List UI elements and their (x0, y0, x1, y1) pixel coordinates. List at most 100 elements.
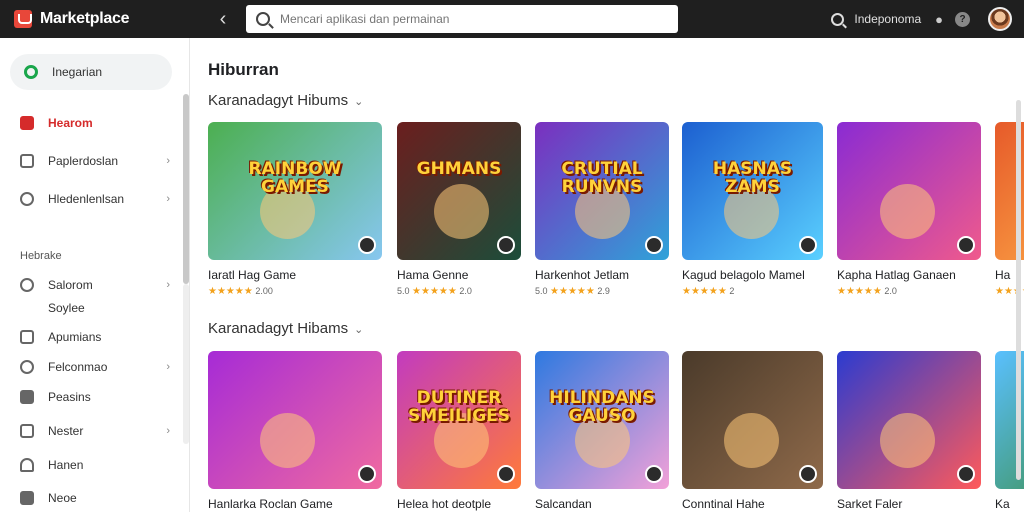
star-rating-icon: ★★★★★ (208, 286, 253, 297)
game-thumbnail[interactable]: HILINDANS GAUSO (535, 351, 669, 489)
chevron-right-icon: › (166, 155, 170, 167)
chevron-right-icon: › (166, 425, 170, 437)
game-thumbnail[interactable] (682, 351, 823, 489)
install-badge-icon[interactable] (358, 236, 376, 254)
tag-icon (20, 390, 34, 404)
book-icon (20, 491, 34, 505)
sidebar-category-item[interactable]: Apumians (20, 330, 170, 344)
top-bar: Marketplace ‹ Indeponoma ● ? (0, 0, 1024, 38)
character-art (880, 184, 936, 240)
help-icon[interactable]: ? (955, 11, 970, 27)
install-badge-icon[interactable] (957, 236, 975, 254)
game-card[interactable]: Sarket Faler ★★★★★ 2.0 (837, 351, 981, 512)
install-badge-icon[interactable] (358, 465, 376, 483)
game-thumbnail[interactable] (208, 351, 382, 489)
main-scrollbar[interactable] (1016, 100, 1021, 480)
game-title[interactable]: Conntinal Hahe (682, 497, 823, 511)
main-content: Hiburran Karanadagyt Hibums ⌄ RAINBOW GAM… (191, 38, 1024, 512)
chevron-right-icon: › (166, 361, 170, 373)
notification-icon[interactable]: ● (935, 12, 943, 27)
install-badge-icon[interactable] (799, 236, 817, 254)
character-art (724, 413, 780, 469)
install-badge-icon[interactable] (497, 236, 515, 254)
install-badge-icon[interactable] (957, 465, 975, 483)
game-title[interactable]: Iaratl Hag Game (208, 268, 382, 282)
game-title[interactable]: Hama Genne (397, 268, 521, 282)
search-icon[interactable] (831, 12, 845, 26)
install-badge-icon[interactable] (645, 236, 663, 254)
game-card[interactable]: RAINBOW GAMES Iaratl Hag Game ★★★★★ 2.00 (208, 122, 382, 297)
rating-value: 2 (729, 286, 735, 296)
music-icon (20, 424, 34, 438)
chevron-right-icon: › (166, 193, 170, 205)
sidebar-item-label: Apumians (48, 330, 102, 344)
game-title[interactable]: Kagud belagolo Mamel (682, 268, 823, 282)
section-header[interactable]: Karanadagyt Hibums ⌄ (208, 92, 363, 109)
install-badge-icon[interactable] (799, 465, 817, 483)
game-thumbnail[interactable]: RAINBOW GAMES (208, 122, 382, 260)
thumbnail-title: CRUTIAL RUNVNS (561, 159, 643, 197)
install-badge-icon[interactable] (645, 465, 663, 483)
game-thumbnail[interactable]: HASNAS ZAMS (682, 122, 823, 260)
game-title[interactable]: Kapha Hatlag Ganaen (837, 268, 981, 282)
sidebar-scrollbar[interactable] (183, 94, 189, 284)
character-art (880, 413, 936, 469)
store-logo-icon (14, 10, 32, 28)
app-logo[interactable]: Marketplace (14, 10, 204, 28)
sidebar-category-item[interactable]: Soylee (20, 301, 170, 315)
section-header[interactable]: Karanadagyt Hibams ⌄ (208, 320, 363, 337)
character-art (434, 184, 490, 240)
star-rating-icon: ★★★★★ (837, 286, 882, 297)
sidebar-item-home[interactable]: Hearom (20, 116, 170, 130)
sidebar-item-label: Paplerdoslan (48, 154, 119, 168)
back-arrow-icon[interactable]: ‹ (208, 8, 238, 31)
account-label[interactable]: Indeponoma (854, 12, 921, 26)
sidebar-category-item[interactable]: Nester › (20, 424, 170, 438)
game-card[interactable]: Conntinal Hahe ★★★★★ 2.0 (682, 351, 823, 512)
thumbnail-title: DUTINER SMEILIGES (407, 388, 511, 426)
chevron-down-icon: ⌄ (354, 96, 364, 108)
game-card[interactable]: GHMANS Hama Genne 5.0 ★★★★★ 2.0 (397, 122, 521, 297)
game-card[interactable]: Hanlarka Roclan Game ★★★★★ 2.0 (208, 351, 382, 512)
sidebar-category-item[interactable]: Peasins (20, 390, 170, 404)
game-card[interactable]: DUTINER SMEILIGESHelea hot deotple2.5 ★★… (397, 351, 521, 512)
sidebar-pill-label: Inegarian (52, 65, 103, 79)
game-card[interactable]: HILINDANS GAUSOSalcandan2.2 ★★★★★ 2.0 (535, 351, 669, 512)
sidebar-item-2[interactable]: Paplerdoslan › (20, 154, 170, 168)
sidebar-item-label: Neoe (48, 491, 77, 505)
game-thumbnail[interactable] (837, 351, 981, 489)
game-thumbnail[interactable] (837, 122, 981, 260)
sidebar-category-item[interactable]: Felconmao › (20, 360, 170, 374)
game-card[interactable]: Kapha Hatlag Ganaen ★★★★★ 2.0 (837, 122, 981, 297)
game-thumbnail[interactable]: GHMANS (397, 122, 521, 260)
game-thumbnail[interactable]: DUTINER SMEILIGES (397, 351, 521, 489)
avatar[interactable] (988, 7, 1012, 31)
rating-value: 2.9 (597, 286, 610, 296)
install-badge-icon[interactable] (497, 465, 515, 483)
sidebar-category-item[interactable]: Salorom › (20, 278, 170, 292)
sidebar-category-item[interactable]: Neoe (20, 491, 170, 505)
sidebar-scroll-track (183, 284, 189, 444)
search-input[interactable] (280, 12, 660, 26)
sidebar-top-pill[interactable]: Inegarian (10, 54, 172, 90)
game-thumbnail[interactable]: CRUTIAL RUNVNS (535, 122, 669, 260)
sidebar-item-label: Soylee (48, 301, 85, 315)
game-title[interactable]: Harkenhot Jetlam (535, 268, 669, 282)
game-title[interactable]: Salcandan (535, 497, 669, 511)
sidebar-item-3[interactable]: Hledenlenlsan › (20, 192, 170, 206)
sidebar-item-label: Hledenlenlsan (48, 192, 125, 206)
game-rating: ★★★★★ 2 (682, 286, 823, 297)
game-title[interactable]: Hanlarka Roclan Game (208, 497, 382, 511)
game-title[interactable]: Helea hot deotple (397, 497, 521, 511)
search-bar[interactable] (246, 5, 678, 33)
game-title[interactable]: Sarket Faler (837, 497, 981, 511)
game-card[interactable]: HASNAS ZAMS Kagud belagolo Mamel ★★★★★ 2 (682, 122, 823, 297)
thumbnail-title: GHMANS (416, 159, 502, 179)
app-name: Marketplace (40, 10, 130, 27)
thumbnail-title: HASNAS ZAMS (712, 159, 793, 197)
sidebar-category-item[interactable]: Hanen (20, 458, 170, 472)
rating-value: 2.0 (884, 286, 897, 296)
game-card[interactable]: CRUTIAL RUNVNS Harkenhot Jetlam 5.0 ★★★★★ … (535, 122, 669, 297)
game-title[interactable]: Ka (995, 497, 1024, 511)
